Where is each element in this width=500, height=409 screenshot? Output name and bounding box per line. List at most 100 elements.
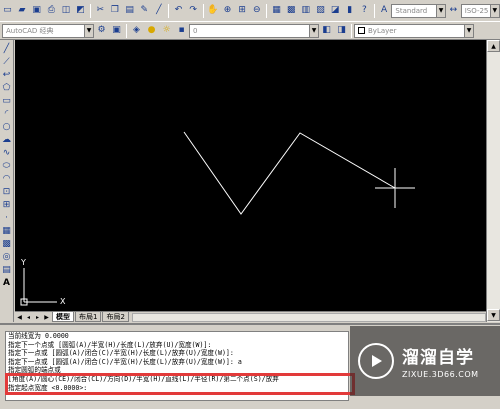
vertical-scrollbar[interactable]: ▲ ▼	[486, 40, 500, 322]
scroll-up-icon[interactable]: ▲	[487, 40, 500, 52]
circle-icon[interactable]: ○	[1, 122, 13, 133]
ellipse-icon[interactable]: ⬭	[1, 161, 13, 172]
chevron-down-icon[interactable]: ▼	[84, 24, 93, 37]
zoom-previous-icon[interactable]: ⊖	[251, 4, 264, 17]
chevron-down-icon[interactable]: ▼	[309, 24, 318, 37]
calculator-icon[interactable]: ▮	[343, 4, 356, 17]
last-tab-icon[interactable]: ▶	[42, 313, 51, 322]
spline-icon[interactable]: ∿	[1, 148, 13, 159]
design-center-icon[interactable]: ▩	[285, 4, 298, 17]
layer-freeze-icon[interactable]: ☼	[160, 24, 173, 37]
drawing-svg	[20, 131, 415, 306]
separator	[126, 23, 127, 38]
rectangle-icon[interactable]: ▭	[1, 96, 13, 107]
drawing-canvas[interactable]: Y X	[15, 40, 486, 311]
plot-icon[interactable]: ◩	[74, 4, 87, 17]
dim-style-combo[interactable]: ISO-25 ▼	[460, 3, 500, 18]
layer-lock-icon[interactable]: ▪	[175, 24, 188, 37]
color-swatch-icon	[358, 27, 365, 34]
command-history[interactable]: 当前线宽为 0.0000 指定下一个点或 [圆弧(A)/半宽(H)/长度(L)/…	[5, 331, 349, 401]
color-value: ByLayer	[368, 26, 397, 35]
region-icon[interactable]: ◎	[1, 252, 13, 263]
arc-icon[interactable]: ◜	[1, 109, 13, 120]
gradient-icon[interactable]: ▩	[1, 239, 13, 250]
paste-icon[interactable]: ▤	[123, 4, 136, 17]
point-icon[interactable]: ·	[1, 213, 13, 224]
line-icon[interactable]: ╱	[1, 44, 13, 55]
polygon-icon[interactable]: ⬠	[1, 83, 13, 94]
separator	[373, 3, 375, 18]
redo-icon[interactable]: ↷	[187, 4, 200, 17]
brush-icon[interactable]: ╱	[153, 4, 166, 17]
first-tab-icon[interactable]: ◀	[15, 313, 24, 322]
watermark: 溜溜自学 ZIXUE.3D66.COM	[350, 326, 500, 396]
cut-icon[interactable]: ✂	[94, 4, 107, 17]
help-icon[interactable]: ?	[358, 4, 371, 17]
workspace-save-icon[interactable]: ▣	[110, 24, 123, 37]
layer-manager-icon[interactable]: ◈	[130, 24, 143, 37]
construction-line-icon[interactable]: ⟋	[1, 57, 13, 68]
tab-model[interactable]: 模型	[52, 312, 74, 322]
text-style-icon[interactable]: A	[378, 4, 391, 17]
workspace-layer-toolbar: AutoCAD 经典 ▼ ⚙ ▣ ◈ ● ☼ ▪ 0 ▼ ◧ ◨ ByLayer…	[0, 22, 500, 40]
ucs-y-label: Y	[21, 258, 26, 267]
chevron-down-icon[interactable]: ▼	[464, 24, 473, 37]
revision-cloud-icon[interactable]: ☁	[1, 135, 13, 146]
tool-palette-icon[interactable]: ▥	[299, 4, 312, 17]
layer-combo[interactable]: 0 ▼	[189, 23, 319, 38]
save-icon[interactable]: ▣	[30, 4, 43, 17]
mtext-icon[interactable]: A	[1, 278, 13, 289]
command-prompt[interactable]: 指定起点宽度 <0.0000>:	[8, 384, 348, 393]
scroll-down-icon[interactable]: ▼	[487, 309, 500, 321]
tab-layout1[interactable]: 布局1	[75, 312, 102, 322]
play-logo-icon	[358, 343, 394, 379]
layer-on-icon[interactable]: ●	[145, 24, 158, 37]
command-line: 指定下一个点或 [圆弧(A)/半宽(H)/长度(L)/放弃(U)/宽度(W)]:	[8, 340, 212, 349]
make-block-icon[interactable]: ⊞	[1, 200, 13, 211]
ellipse-arc-icon[interactable]: ◠	[1, 174, 13, 185]
polyline-icon[interactable]: ↩	[1, 70, 13, 81]
undo-icon[interactable]: ↶	[172, 4, 185, 17]
ucs-x-label: X	[60, 297, 66, 306]
zoom-realtime-icon[interactable]: ⊕	[221, 4, 234, 17]
command-line: [角度(A)/圆心(CE)/闭合(CL)/方向(D)/半宽(H)/直线(L)/半…	[8, 374, 279, 383]
chevron-down-icon[interactable]: ▼	[489, 4, 499, 17]
copy-icon[interactable]: ❐	[109, 4, 122, 17]
workspace-combo[interactable]: AutoCAD 经典 ▼	[2, 23, 94, 38]
layout-tab-bar: ◀ ◂ ▸ ▶ 模型 布局1 布局2	[15, 311, 486, 322]
standard-toolbar: ▭ ▰ ▣ ⎙ ◫ ◩ ✂ ❐ ▤ ✎ ╱ ↶ ↷ ✋ ⊕ ⊞ ⊖ ▦ ▩ ▥ …	[0, 0, 500, 22]
next-tab-icon[interactable]: ▸	[33, 313, 42, 322]
open-icon[interactable]: ▰	[16, 4, 29, 17]
dim-style-value: ISO-25	[464, 6, 489, 15]
color-combo[interactable]: ByLayer ▼	[354, 23, 474, 38]
dim-style-icon[interactable]: ↔	[447, 4, 460, 17]
horizontal-scrollbar[interactable]	[131, 312, 486, 322]
ucs-icon	[20, 268, 57, 306]
text-style-combo[interactable]: Standard ▼	[391, 3, 447, 18]
make-current-layer-icon[interactable]: ◧	[320, 24, 333, 37]
drawn-polyline	[183, 131, 396, 215]
print-icon[interactable]: ⎙	[45, 4, 58, 17]
command-line: 指定下一点或 [圆弧(A)/闭合(C)/半宽(H)/长度(L)/放弃(U)/宽度…	[8, 349, 234, 358]
layer-previous-icon[interactable]: ◨	[335, 24, 348, 37]
separator	[202, 3, 204, 18]
layer-value: 0	[193, 26, 198, 35]
prev-tab-icon[interactable]: ◂	[24, 313, 33, 322]
insert-block-icon[interactable]: ⊡	[1, 187, 13, 198]
table-icon[interactable]: ▤	[1, 265, 13, 276]
match-icon[interactable]: ✎	[138, 4, 151, 17]
new-icon[interactable]: ▭	[1, 4, 14, 17]
command-line: 指定圆弧的端点或	[8, 366, 61, 375]
pan-icon[interactable]: ✋	[207, 4, 220, 17]
workspace-value: AutoCAD 经典	[6, 26, 54, 35]
properties-icon[interactable]: ▦	[270, 4, 283, 17]
preview-icon[interactable]: ◫	[60, 4, 73, 17]
markup-icon[interactable]: ◪	[329, 4, 342, 17]
chevron-down-icon[interactable]: ▼	[436, 4, 446, 17]
tab-layout2[interactable]: 布局2	[102, 312, 129, 322]
sheet-set-icon[interactable]: ▧	[314, 4, 327, 17]
workspace-settings-icon[interactable]: ⚙	[95, 24, 108, 37]
zoom-window-icon[interactable]: ⊞	[236, 4, 249, 17]
watermark-title: 溜溜自学	[402, 348, 474, 368]
hatch-icon[interactable]: ▦	[1, 226, 13, 237]
